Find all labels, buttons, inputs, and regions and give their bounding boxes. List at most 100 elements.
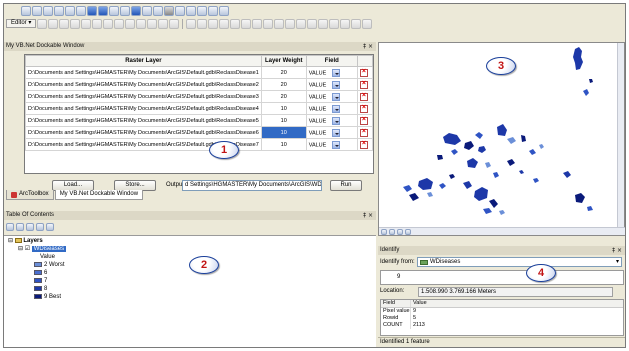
- tab-arctoolbox[interactable]: ArcToolbox: [6, 190, 54, 200]
- straight-segment-icon[interactable]: [59, 18, 70, 29]
- find-icon[interactable]: [164, 5, 174, 16]
- sketch-properties-icon[interactable]: [169, 18, 180, 29]
- measure-icon[interactable]: [153, 5, 163, 16]
- layer-weight-cell[interactable]: 20: [260, 66, 307, 79]
- field-dropdown-icon[interactable]: [332, 116, 341, 125]
- column-header-field[interactable]: Field: [305, 55, 358, 67]
- go-to-xy-icon[interactable]: [175, 5, 185, 16]
- remove-cell[interactable]: [356, 78, 374, 91]
- toc-controls[interactable]: ‡ ×: [363, 211, 373, 220]
- buffer-icon[interactable]: [252, 18, 263, 29]
- identify-from-select[interactable]: WDiseases ▾: [417, 257, 622, 267]
- union-icon[interactable]: [285, 18, 296, 29]
- time-slider-icon[interactable]: [186, 5, 196, 16]
- wdiseases-layer-node[interactable]: ⊟ ☑ WDiseases: [18, 246, 67, 253]
- list-by-selection-icon[interactable]: [36, 223, 44, 231]
- swipe-icon[interactable]: [219, 5, 229, 16]
- tab-dockable-window[interactable]: My VB.Net Dockable Window: [54, 190, 144, 200]
- remove-row-icon[interactable]: [359, 140, 368, 149]
- topology-icon[interactable]: [186, 18, 197, 29]
- remove-row-icon[interactable]: [359, 92, 368, 101]
- field-dropdown-icon[interactable]: [332, 104, 341, 113]
- attribute-row[interactable]: COUNT 2113: [381, 322, 623, 329]
- field-dropdown-icon[interactable]: [332, 140, 341, 149]
- trace-icon[interactable]: [81, 18, 92, 29]
- reshape-icon[interactable]: [114, 18, 125, 29]
- map-horizontal-scrollbar[interactable]: [379, 227, 625, 235]
- create-features-icon[interactable]: [208, 18, 219, 29]
- rotate-icon[interactable]: [147, 18, 158, 29]
- raster-layer-cell[interactable]: D:\Documents and Settings\HGMASTER\My Do…: [25, 66, 262, 79]
- remove-row-icon[interactable]: [359, 128, 368, 137]
- editing-options-icon[interactable]: [362, 18, 373, 29]
- toc-options-icon[interactable]: [46, 223, 54, 231]
- field-cell[interactable]: VALUE: [305, 114, 358, 127]
- list-by-drawing-order-icon[interactable]: [6, 223, 14, 231]
- layers-node[interactable]: ⊟ Layers: [8, 238, 43, 245]
- fixed-zoom-out-icon[interactable]: [76, 5, 86, 16]
- layer-weight-cell[interactable]: 20: [260, 90, 307, 103]
- field-cell[interactable]: VALUE: [305, 66, 358, 79]
- merge-icon[interactable]: [274, 18, 285, 29]
- remove-cell[interactable]: [356, 102, 374, 115]
- table-row[interactable]: D:\Documents and Settings\HGMASTER\My Do…: [25, 114, 374, 127]
- field-cell[interactable]: VALUE: [305, 90, 358, 103]
- fix-topology-icon[interactable]: [351, 18, 362, 29]
- zoom-in-icon[interactable]: [21, 5, 31, 16]
- layer-weight-cell[interactable]: 10: [260, 138, 307, 151]
- field-cell[interactable]: VALUE: [305, 78, 358, 91]
- table-row[interactable]: D:\Documents and Settings\HGMASTER\My Do…: [25, 78, 374, 91]
- html-popup-icon[interactable]: [197, 5, 207, 16]
- column-header-raster-layer[interactable]: Raster Layer: [25, 55, 262, 67]
- editor-menu-button[interactable]: Editor ▾: [6, 19, 37, 28]
- list-by-visibility-icon[interactable]: [26, 223, 34, 231]
- attr-header-field[interactable]: Field: [381, 300, 411, 307]
- dockable-window-controls[interactable]: ‡ ×: [363, 42, 373, 51]
- raster-layer-cell[interactable]: D:\Documents and Settings\HGMASTER\My Do…: [25, 90, 262, 103]
- identify-controls[interactable]: ‡ ×: [612, 246, 622, 255]
- back-icon[interactable]: [87, 5, 97, 16]
- hyperlink-icon[interactable]: [142, 5, 152, 16]
- select-elements-icon[interactable]: [120, 5, 130, 16]
- table-row[interactable]: D:\Documents and Settings\HGMASTER\My Do…: [25, 126, 374, 139]
- column-header-layer-weight[interactable]: Layer Weight: [260, 55, 307, 67]
- raster-layer-cell[interactable]: D:\Documents and Settings\HGMASTER\My Do…: [25, 114, 262, 127]
- wdiseases-layer-label[interactable]: WDiseases: [31, 246, 67, 252]
- layer-weight-cell[interactable]: 10: [260, 114, 307, 127]
- error-inspector-icon[interactable]: [340, 18, 351, 29]
- identify-icon[interactable]: [131, 5, 141, 16]
- edit-annotation-icon[interactable]: [219, 18, 230, 29]
- collapse-icon[interactable]: ⊟: [18, 246, 23, 252]
- remove-row-icon[interactable]: [359, 116, 368, 125]
- split-icon[interactable]: [136, 18, 147, 29]
- field-cell[interactable]: VALUE: [305, 126, 358, 139]
- fixed-zoom-in-icon[interactable]: [65, 5, 75, 16]
- raster-layer-cell[interactable]: D:\Documents and Settings\HGMASTER\My Do…: [25, 126, 262, 139]
- remove-cell[interactable]: [356, 126, 374, 139]
- layer-weight-cell[interactable]: 20: [260, 78, 307, 91]
- refresh-icon[interactable]: [397, 228, 403, 235]
- table-row[interactable]: D:\Documents and Settings\HGMASTER\My Do…: [25, 138, 374, 151]
- data-view-icon[interactable]: [381, 228, 387, 235]
- layer-weight-cell[interactable]: 10: [260, 126, 307, 139]
- collapse-icon[interactable]: ⊟: [8, 238, 13, 244]
- point-icon[interactable]: [92, 18, 103, 29]
- remove-row-icon[interactable]: [359, 68, 368, 77]
- select-features-icon[interactable]: [109, 5, 119, 16]
- remove-cell[interactable]: [356, 66, 374, 79]
- smooth-icon[interactable]: [318, 18, 329, 29]
- attr-header-value[interactable]: Value: [411, 300, 427, 307]
- remove-row-icon[interactable]: [359, 104, 368, 113]
- chevron-down-icon[interactable]: ▾: [616, 258, 619, 266]
- remove-cell[interactable]: [356, 114, 374, 127]
- raster-layer-cell[interactable]: D:\Documents and Settings\HGMASTER\My Do…: [25, 102, 262, 115]
- construct-points-icon[interactable]: [241, 18, 252, 29]
- layer-visibility-checkbox[interactable]: ☑: [25, 246, 30, 252]
- snapping-icon[interactable]: [197, 18, 208, 29]
- zoom-out-icon[interactable]: [32, 5, 42, 16]
- remove-row-icon[interactable]: [359, 80, 368, 89]
- attributes-icon[interactable]: [158, 18, 169, 29]
- raster-layer-cell[interactable]: D:\Documents and Settings\HGMASTER\My Do…: [25, 78, 262, 91]
- cut-polygons-icon[interactable]: [125, 18, 136, 29]
- pause-drawing-icon[interactable]: [405, 228, 411, 235]
